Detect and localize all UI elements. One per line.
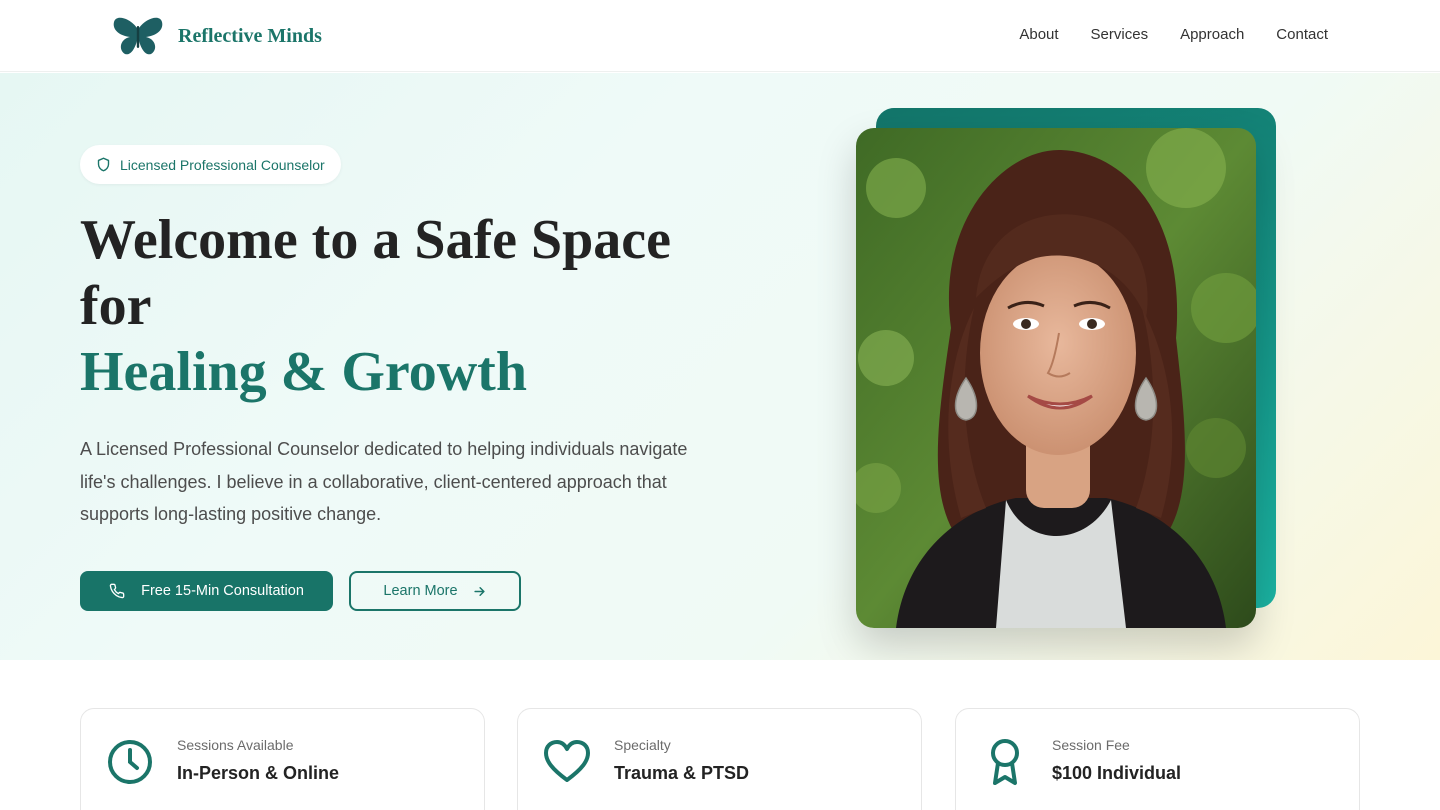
brand-name: Reflective Minds <box>178 24 322 47</box>
card-label: Sessions Available <box>177 737 294 753</box>
portrait-image <box>856 128 1256 628</box>
main-nav: About Services Approach Contact <box>1019 24 1328 46</box>
nav-approach[interactable]: Approach <box>1180 24 1244 46</box>
learn-more-button[interactable]: Learn More <box>349 571 521 611</box>
headline-accent: Healing & Growth <box>80 341 527 403</box>
phone-icon <box>109 583 125 599</box>
learn-more-label: Learn More <box>383 583 458 599</box>
page-title: Welcome to a Safe Space for Healing & Gr… <box>80 207 720 405</box>
butterfly-icon <box>113 17 163 55</box>
card-value: In-Person & Online <box>177 763 340 783</box>
heart-icon <box>544 740 590 782</box>
free-consultation-label: Free 15-Min Consultation <box>141 583 304 599</box>
free-consultation-button[interactable]: Free 15-Min Consultation <box>80 571 333 611</box>
nav-contact[interactable]: Contact <box>1276 24 1328 46</box>
fee-card: Session Fee $100 Individual <box>955 708 1360 810</box>
arrow-right-icon <box>473 586 485 596</box>
nav-about[interactable]: About <box>1019 24 1058 46</box>
hero-section: Licensed Professional Counselor Welcome … <box>0 73 1440 660</box>
card-label: Specialty <box>614 737 671 753</box>
sessions-card: Sessions Available In-Person & Online <box>80 708 485 810</box>
clock-icon <box>108 740 152 784</box>
card-value: Trauma & PTSD <box>614 763 750 783</box>
site-header: Reflective Minds About Services Approach… <box>0 0 1440 72</box>
card-label: Session Fee <box>1052 737 1130 753</box>
nav-services[interactable]: Services <box>1091 24 1149 46</box>
award-ribbon-icon <box>991 739 1019 785</box>
intro-text: A Licensed Professional Counselor dedica… <box>80 439 688 524</box>
specialty-card: Specialty Trauma & PTSD <box>517 708 922 810</box>
counselor-portrait <box>856 128 1256 628</box>
credential-badge: Licensed Professional Counselor <box>80 145 341 184</box>
shield-icon <box>97 157 110 172</box>
card-value: $100 Individual <box>1052 763 1182 783</box>
logo[interactable]: Reflective Minds <box>112 16 322 56</box>
headline-main: Welcome to a Safe Space for <box>80 209 671 337</box>
badge-label: Licensed Professional Counselor <box>120 156 325 173</box>
